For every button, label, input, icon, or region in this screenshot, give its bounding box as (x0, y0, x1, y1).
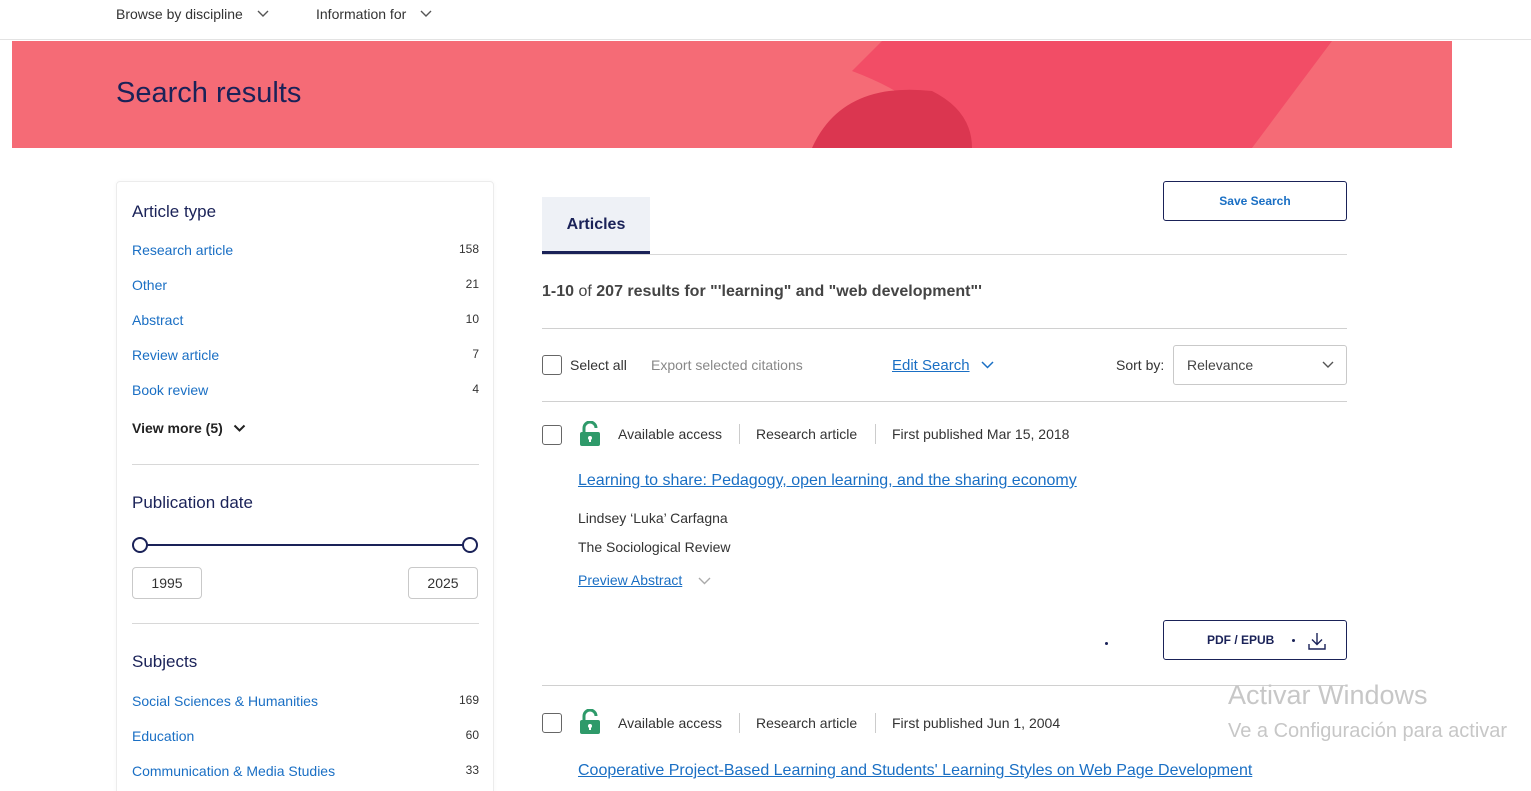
filter-sidebar: Article type Research article 158 Other … (116, 181, 494, 791)
save-search-button[interactable]: Save Search (1163, 181, 1347, 221)
facet-label[interactable]: Social Sciences & Humanities (132, 693, 318, 709)
information-for-label: Information for (316, 6, 407, 22)
result-title-link[interactable]: Learning to share: Pedagogy, open learni… (578, 472, 1077, 490)
tab-divider (542, 254, 1347, 255)
meta-separator (875, 713, 876, 733)
sort-selected-value: Relevance (1187, 357, 1254, 373)
facet-item-abstract[interactable]: Abstract 10 (132, 312, 479, 328)
export-citations-button[interactable]: Export selected citations (651, 357, 803, 373)
facet-count: 21 (465, 277, 479, 291)
article-type-label: Research article (756, 426, 858, 442)
end-year-input[interactable]: 2025 (408, 567, 478, 599)
sort-select[interactable]: Relevance (1173, 345, 1347, 385)
browse-by-discipline-menu[interactable]: Browse by discipline (116, 6, 269, 22)
preview-abstract-button[interactable]: Preview Abstract (578, 572, 682, 588)
chevron-down-icon (698, 577, 711, 585)
facet-count: 60 (465, 728, 479, 742)
view-more-button[interactable]: View more (5) (132, 420, 246, 436)
chevron-down-icon[interactable] (981, 361, 994, 369)
sort-by-label: Sort by: (1116, 357, 1165, 373)
results-total: 207 results for "'learning" and "web dev… (596, 283, 982, 300)
facet-label[interactable]: Abstract (132, 312, 183, 328)
loading-dot (1105, 642, 1108, 645)
results-divider (542, 328, 1347, 329)
meta-separator (739, 713, 740, 733)
results-of: of (578, 283, 592, 300)
date-slider-start-handle[interactable] (132, 537, 148, 553)
facet-item-research-article[interactable]: Research article 158 (132, 242, 479, 258)
date-slider-end-handle[interactable] (462, 537, 478, 553)
result-checkbox[interactable] (542, 713, 562, 733)
lock-open-icon (580, 709, 600, 734)
windows-activation-subtitle: Ve a Configuración para activar (1228, 720, 1508, 742)
chevron-down-icon (420, 10, 432, 17)
chevron-down-icon (1322, 361, 1334, 368)
sidebar-divider (132, 623, 479, 624)
result-title-link[interactable]: Cooperative Project-Based Learning and S… (578, 762, 1252, 780)
page-title: Search results (116, 77, 302, 109)
edit-search-button[interactable]: Edit Search (892, 357, 970, 374)
sidebar-divider (132, 464, 479, 465)
published-date: First published Mar 15, 2018 (892, 426, 1070, 442)
facet-label[interactable]: Review article (132, 347, 219, 363)
facet-label[interactable]: Education (132, 728, 194, 744)
date-slider-track[interactable] (140, 544, 470, 546)
facet-item-social-sciences[interactable]: Social Sciences & Humanities 169 (132, 693, 479, 709)
result-journal[interactable]: The Sociological Review (578, 539, 731, 555)
select-all-label[interactable]: Select all (570, 357, 627, 373)
facet-count: 10 (465, 312, 479, 326)
facet-count: 7 (472, 347, 479, 361)
select-all-checkbox[interactable] (542, 355, 562, 375)
facet-item-review-article[interactable]: Review article 7 (132, 347, 479, 363)
search-results-banner: Search results (12, 41, 1452, 148)
facet-item-communication-media[interactable]: Communication & Media Studies 33 (132, 763, 479, 779)
chevron-down-icon (257, 10, 269, 17)
facet-label[interactable]: Other (132, 277, 167, 293)
published-date: First published Jun 1, 2004 (892, 715, 1061, 731)
pdf-epub-button[interactable]: PDF / EPUB (1163, 620, 1347, 660)
publication-date-heading: Publication date (132, 493, 253, 512)
facet-count: 158 (458, 242, 479, 256)
pdf-dot (1292, 639, 1295, 642)
browse-by-discipline-label: Browse by discipline (116, 6, 243, 22)
result-author[interactable]: Lindsey ‘Luka’ Carfagna (578, 510, 728, 526)
chevron-down-icon (233, 424, 245, 432)
results-range: 1-10 (542, 283, 575, 300)
view-more-label: View more (5) (132, 420, 223, 436)
start-year-input[interactable]: 1995 (132, 567, 202, 599)
toolbar-divider (542, 401, 1347, 402)
facet-label[interactable]: Book review (132, 382, 208, 398)
access-label: Available access (618, 715, 723, 731)
facet-label[interactable]: Communication & Media Studies (132, 763, 335, 779)
result-checkbox[interactable] (542, 425, 562, 445)
tab-articles[interactable]: Articles (542, 197, 650, 254)
access-label: Available access (618, 426, 723, 442)
subjects-heading: Subjects (132, 652, 198, 671)
facet-item-book-review[interactable]: Book review 4 (132, 382, 479, 398)
lock-open-icon (580, 421, 600, 446)
result-divider (542, 685, 1347, 686)
download-icon (1308, 633, 1326, 650)
meta-separator (875, 424, 876, 444)
top-navigation: Browse by discipline Information for (0, 0, 1531, 40)
facet-item-other[interactable]: Other 21 (132, 277, 479, 293)
windows-activation-title: Activar Windows (1228, 680, 1428, 710)
meta-separator (739, 424, 740, 444)
facet-label[interactable]: Research article (132, 242, 233, 258)
information-for-menu[interactable]: Information for (316, 6, 432, 22)
facet-item-education[interactable]: Education 60 (132, 728, 479, 744)
facet-count: 4 (472, 382, 479, 396)
facet-count: 169 (458, 693, 479, 707)
article-type-label: Research article (756, 715, 858, 731)
facet-count: 33 (465, 763, 479, 777)
results-count: 1-10 of 207 results for "'learning" and … (542, 283, 982, 301)
pdf-epub-label: PDF / EPUB (1207, 633, 1275, 647)
article-type-heading: Article type (132, 202, 217, 221)
